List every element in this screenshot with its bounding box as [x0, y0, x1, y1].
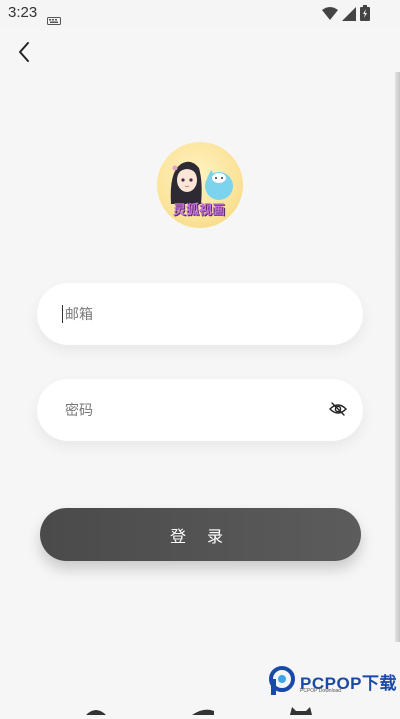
password-field[interactable] [63, 379, 327, 443]
password-field-container [37, 379, 363, 443]
status-bar: 3:23 [0, 0, 400, 28]
app-logo: 灵狐视画 [157, 142, 243, 228]
battery-icon [360, 5, 370, 25]
status-icons [322, 5, 370, 25]
eye-off-icon[interactable] [329, 401, 347, 421]
watermark: PCPOP下载 PCPOP Download [268, 664, 397, 698]
signal-icon [342, 6, 356, 25]
email-field[interactable] [63, 283, 327, 347]
text-cursor [62, 305, 63, 323]
scrollbar[interactable] [395, 72, 400, 642]
back-button[interactable] [12, 38, 40, 66]
partial-icon-3 [290, 707, 312, 715]
email-field-container [37, 283, 363, 347]
watermark-subtext: PCPOP Download [300, 688, 342, 694]
bottom-partial-icons [0, 700, 400, 715]
status-time: 3:23 [8, 4, 38, 21]
partial-icon-1 [86, 710, 106, 715]
wifi-icon [322, 6, 338, 25]
keyboard-icon [47, 10, 61, 29]
logo-text: 灵狐视画 [173, 203, 226, 218]
chevron-left-icon [19, 42, 29, 62]
pcpop-logo-icon [269, 666, 295, 695]
login-button[interactable]: 登 录 [40, 508, 361, 561]
partial-icon-2 [192, 709, 214, 715]
